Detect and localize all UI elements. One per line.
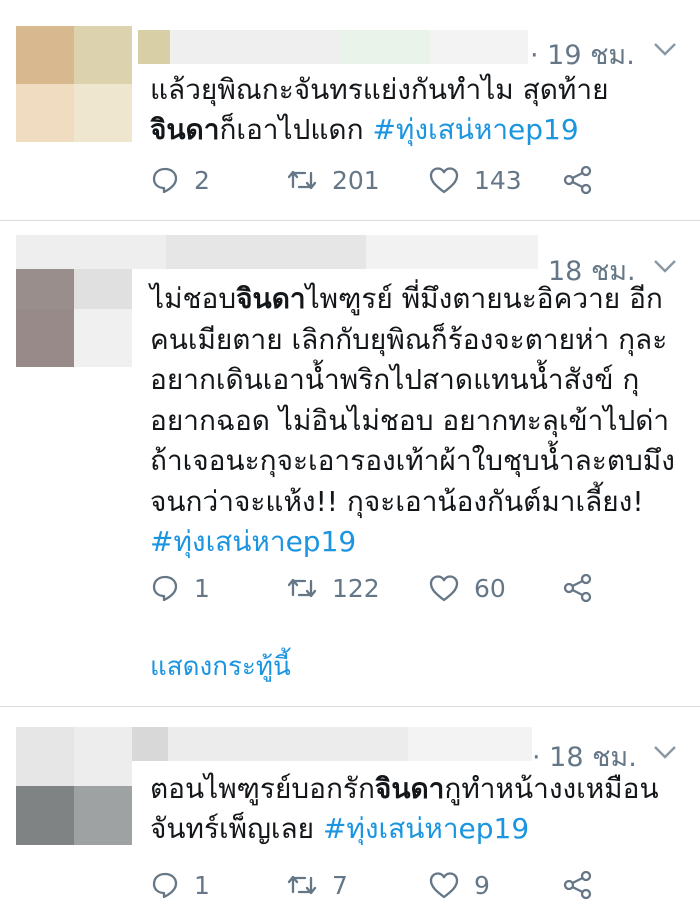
tweet-text: ไม่ชอบจินดาไพฑูรย์ พี่มึงตายนะอิควาย อีก…	[150, 282, 675, 558]
retweet-button[interactable]: 122	[286, 568, 380, 608]
heart-icon	[429, 575, 459, 602]
tweet-text: ตอนไพฑูรย์บอกรักจินดากูทำหน้างงเหมือนจัน…	[150, 772, 659, 845]
retweet-count: 7	[332, 870, 348, 900]
chevron-down-icon[interactable]	[652, 40, 678, 58]
mention-bold: จินดา	[374, 772, 445, 805]
reply-count: 2	[194, 165, 210, 195]
heart-icon	[429, 872, 459, 899]
chevron-down-icon[interactable]	[652, 257, 678, 275]
reply-button[interactable]: 2	[150, 160, 210, 200]
reply-button[interactable]: 1	[150, 865, 210, 905]
like-button[interactable]: 60	[428, 568, 506, 608]
share-button[interactable]	[562, 160, 594, 200]
hashtag-link[interactable]: #ทุ่งเสน่หาep19	[323, 812, 529, 845]
reply-count: 1	[194, 870, 210, 900]
tweet-3[interactable]: · 18 ชม. ตอนไพฑูรย์บอกรักจินดากูทำหน้างง…	[0, 707, 700, 919]
share-button[interactable]	[562, 865, 594, 905]
like-count: 143	[474, 165, 522, 195]
author-name-blurred[interactable]	[138, 30, 528, 64]
author-name-blurred[interactable]	[132, 727, 532, 761]
hashtag-link[interactable]: #ทุ่งเสน่หาep19	[150, 525, 356, 558]
tweet-actions: 2 201 143	[150, 160, 610, 200]
chevron-down-icon[interactable]	[652, 743, 678, 761]
author-name-blurred[interactable]	[16, 235, 538, 269]
tweet-actions: 1 122 60	[150, 568, 610, 608]
retweet-count: 201	[332, 165, 380, 195]
tweet-1[interactable]: · 19 ชม. แล้วยุพิณกะจันทรแย่งกันทำไม สุด…	[0, 0, 700, 220]
reply-icon	[152, 872, 178, 899]
share-icon	[563, 573, 592, 603]
tweet-text: แล้วยุพิณกะจันทรแย่งกันทำไม สุดท้าย จินด…	[150, 73, 609, 146]
mention-bold: จินดา	[150, 113, 220, 146]
like-button[interactable]: 9	[428, 865, 490, 905]
reply-icon	[152, 575, 178, 602]
avatar[interactable]	[16, 727, 132, 845]
tweet-actions: 1 7 9	[150, 865, 610, 905]
retweet-button[interactable]: 7	[286, 865, 348, 905]
retweet-count: 122	[332, 573, 380, 603]
heart-icon	[429, 167, 459, 194]
like-button[interactable]: 143	[428, 160, 522, 200]
reply-count: 1	[194, 573, 210, 603]
reply-icon	[152, 167, 178, 194]
mention-bold: จินดา	[236, 282, 306, 315]
retweet-icon	[287, 875, 317, 895]
show-thread-link[interactable]: แสดงกระทู้นี้	[150, 646, 291, 687]
avatar[interactable]	[16, 26, 132, 142]
like-count: 9	[474, 870, 490, 900]
retweet-icon	[287, 578, 317, 598]
retweet-button[interactable]: 201	[286, 160, 380, 200]
share-button[interactable]	[562, 568, 594, 608]
hashtag-link[interactable]: #ทุ่งเสน่หาep19	[372, 113, 578, 146]
like-count: 60	[474, 573, 506, 603]
retweet-icon	[287, 170, 317, 190]
tweet-2[interactable]: 18 ชม. ไม่ชอบจินดาไพฑูรย์ พี่มึงตายนะอิค…	[0, 221, 700, 706]
reply-button[interactable]: 1	[150, 568, 210, 608]
share-icon	[563, 870, 592, 900]
share-icon	[563, 165, 592, 195]
